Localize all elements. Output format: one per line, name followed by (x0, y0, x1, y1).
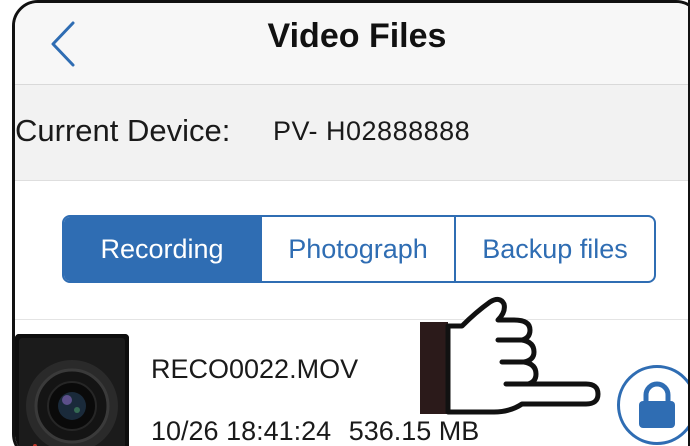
tab-photograph[interactable]: Photograph (260, 217, 454, 281)
list-item[interactable]: RECO0022.MOV 10/26 18:41:24 536.15 MB (15, 319, 690, 446)
file-meta: 10/26 18:41:24 536.15 MB (151, 416, 479, 446)
navigation-bar: Video Files (15, 3, 690, 85)
camera-lens-thumbnail-icon (15, 334, 129, 446)
tab-backup-files[interactable]: Backup files (454, 217, 654, 281)
current-device-row: Current Device: PV- H02888888 (15, 85, 690, 181)
tab-recording[interactable]: Recording (64, 217, 260, 281)
current-device-label: Current Device: (15, 113, 231, 148)
phone-frame: Video Files Current Device: PV- H0288888… (12, 0, 690, 446)
file-type-tabs: Recording Photograph Backup files (62, 215, 656, 283)
file-size: 536.15 MB (348, 416, 480, 446)
current-device-value: PV- H02888888 (273, 116, 471, 146)
lock-icon (639, 381, 675, 428)
video-thumbnail[interactable] (15, 334, 129, 446)
file-name: RECO0022.MOV (151, 354, 359, 384)
page-title: Video Files (267, 17, 447, 55)
lock-button[interactable] (617, 365, 690, 445)
file-datetime: 10/26 18:41:24 (151, 416, 332, 446)
